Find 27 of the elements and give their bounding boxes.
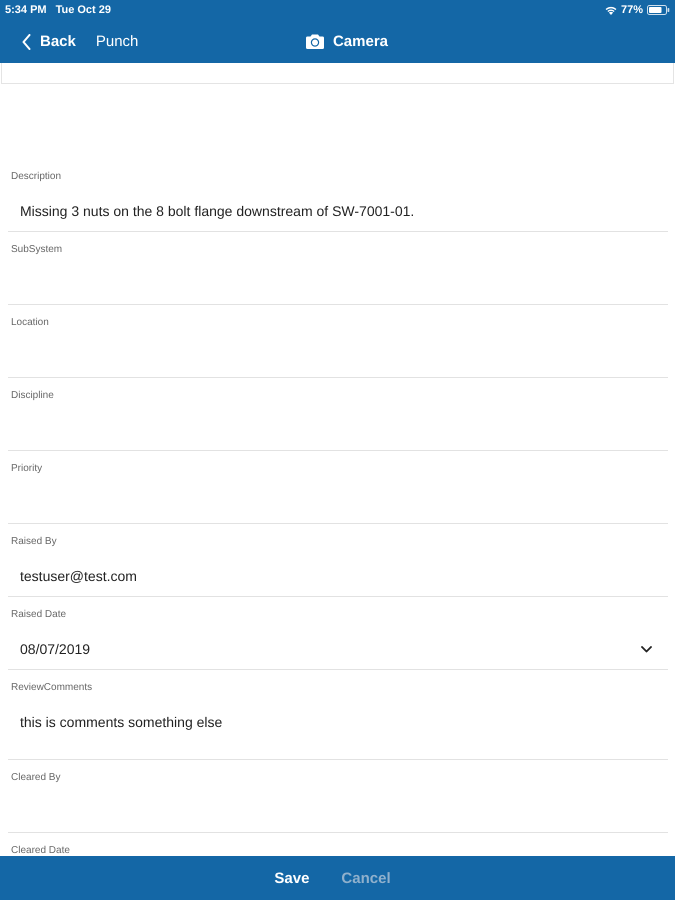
field-label: Cleared Date (11, 845, 70, 856)
field-label: Description (11, 171, 62, 183)
status-date: Tue Oct 29 (56, 4, 112, 16)
back-button[interactable]: Back (19, 31, 79, 52)
field-label: ReviewComments (11, 682, 92, 694)
date-picker[interactable]: 08/07/2019 (8, 639, 668, 659)
save-button[interactable]: Save (271, 866, 312, 890)
text-area[interactable]: this is comments something else (8, 712, 668, 749)
battery-icon (647, 5, 670, 15)
input-field[interactable] (1, 63, 674, 84)
camera-icon (306, 34, 324, 49)
field-label: SubSystem (11, 244, 62, 256)
battery-percent: 77% (620, 4, 643, 16)
punch-link[interactable]: Punch (92, 31, 142, 52)
field-label: Raised Date (11, 609, 66, 621)
status-time: 5:34 PM (5, 4, 47, 16)
field-label: Raised By (11, 536, 57, 548)
chevron-down-icon (641, 646, 652, 653)
text-field[interactable]: testuser@test.com (8, 566, 668, 586)
field-label: Priority (11, 463, 42, 475)
wifi-icon (604, 6, 617, 14)
field-label: Discipline (11, 390, 54, 402)
field-label: Cleared By (11, 772, 60, 784)
text-field[interactable]: Missing 3 nuts on the 8 bolt flange downstream of SW-7001-01. (8, 201, 668, 221)
chevron-left-icon (22, 34, 31, 50)
camera-button[interactable]: Camera (302, 31, 392, 52)
field-label: Location (11, 317, 49, 329)
